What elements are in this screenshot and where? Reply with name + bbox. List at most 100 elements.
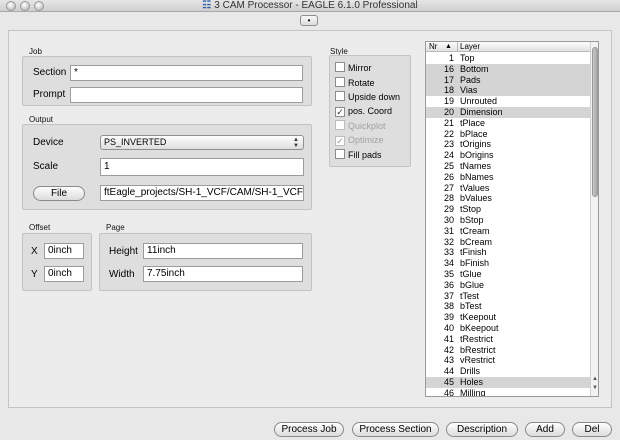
layer-row[interactable]: 21 tPlace — [426, 118, 590, 129]
layer-list[interactable]: Nr ▲ Layer 1 Top 16 Bottom 17 Pads 18 Vias 19 Unr… — [425, 41, 599, 397]
layer-row[interactable]: 40 bKeepout — [426, 323, 590, 334]
checkbox[interactable] — [335, 149, 345, 159]
layer-row[interactable]: 46 Milling — [426, 387, 590, 397]
offset-y-input[interactable]: 0inch — [44, 266, 84, 282]
layer-row[interactable]: 39 tKeepout — [426, 312, 590, 323]
layer-name: tStop — [460, 204, 482, 215]
layer-name: bTest — [460, 301, 482, 312]
layer-name: tValues — [460, 182, 490, 193]
style-option-upside-down[interactable]: Upside down — [335, 91, 400, 103]
layer-column-header[interactable]: Layer — [460, 42, 480, 51]
prompt-input[interactable] — [70, 87, 303, 103]
layer-number: 1 — [448, 53, 454, 63]
layer-row[interactable]: 43 vRestrict — [426, 355, 590, 366]
layer-row[interactable]: 44 Drills — [426, 366, 590, 377]
layer-row[interactable]: 22 bPlace — [426, 129, 590, 140]
layer-row[interactable]: 16 Bottom — [426, 63, 590, 75]
section-input[interactable]: * — [70, 65, 303, 81]
window-title: ☷ 3 CAM Processor - EAGLE 6.1.0 Professio… — [202, 0, 418, 11]
layer-list-scrollbar[interactable]: ▲ ▼ — [590, 42, 598, 396]
style-option-rotate[interactable]: Rotate — [335, 76, 375, 89]
layer-name: Unrouted — [460, 96, 498, 107]
checkbox-label: Optimize — [348, 134, 384, 145]
layer-name: bNames — [460, 171, 494, 182]
layer-name: tOrigins — [460, 139, 492, 150]
device-select[interactable]: PS_INVERTED ▲ ▼ — [100, 135, 304, 150]
style-option-fill-pads[interactable]: Fill pads — [335, 149, 382, 161]
checkbox[interactable]: ✓ — [335, 106, 345, 117]
layer-row[interactable]: 35 tGlue — [426, 269, 590, 280]
file-path-input[interactable]: ftEagle_projects/SH-1_VCF/CAM/SH-1_VCF_1 — [100, 185, 304, 201]
layer-number: 25 — [443, 160, 454, 171]
style-group: Mirror Rotate Upside down ✓ pos. Coord Quickp… — [329, 55, 411, 167]
layer-number: 17 — [443, 74, 454, 85]
layer-row[interactable]: 34 bFinish — [426, 258, 590, 269]
layer-row[interactable]: 32 bCream — [426, 237, 590, 248]
style-option-pos-coord[interactable]: ✓ pos. Coord — [335, 106, 392, 117]
offset-group-label: Offset — [29, 223, 51, 232]
layer-row[interactable]: 45 Holes — [426, 376, 590, 388]
output-group: Device PS_INVERTED ▲ ▼ Scale 1 File ftEag… — [22, 124, 312, 210]
job-group-label: Job — [29, 47, 42, 56]
del-button[interactable]: Del — [572, 422, 612, 437]
layer-name: bOrigins — [460, 150, 494, 161]
layer-row[interactable]: 28 bValues — [426, 193, 590, 204]
process-section-button[interactable]: Process Section — [352, 422, 439, 437]
file-button[interactable]: File — [33, 186, 85, 201]
layer-name: bRestrict — [460, 344, 496, 355]
layer-row[interactable]: 1 Top — [426, 53, 590, 64]
column-divider — [457, 42, 458, 52]
layer-number: 27 — [443, 182, 454, 193]
scale-input[interactable]: 1 — [100, 158, 304, 176]
layer-row[interactable]: 41 tRestrict — [426, 334, 590, 345]
layer-name: tGlue — [460, 268, 482, 279]
style-option-mirror[interactable]: Mirror — [335, 62, 372, 74]
layer-row[interactable]: 20 Dimension — [426, 106, 590, 118]
layer-row[interactable]: 19 Unrouted — [426, 96, 590, 107]
toolbar-toggle-button[interactable]: • — [300, 15, 318, 26]
layer-row[interactable]: 37 tTest — [426, 291, 590, 302]
layer-row[interactable]: 27 tValues — [426, 183, 590, 194]
offset-y-label: Y — [31, 269, 38, 280]
prompt-label: Prompt — [33, 89, 66, 100]
layer-name: Milling — [460, 387, 486, 397]
layer-list-header: Nr ▲ Layer — [426, 42, 590, 52]
layer-row[interactable]: 30 bStop — [426, 215, 590, 226]
offset-x-input[interactable]: 0inch — [44, 243, 84, 259]
checkbox[interactable] — [335, 91, 345, 101]
page-group: Height 11inch Width 7.75inch — [99, 233, 312, 291]
layer-row[interactable]: 38 bTest — [426, 301, 590, 312]
description-button[interactable]: Description — [446, 422, 518, 437]
layer-row[interactable]: 18 Vias — [426, 85, 590, 97]
layer-row[interactable]: 42 bRestrict — [426, 345, 590, 356]
layer-name: bValues — [460, 193, 492, 204]
eagle-app-icon: ☷ — [202, 0, 212, 11]
layer-row[interactable]: 23 tOrigins — [426, 139, 590, 150]
layer-row[interactable]: 29 tStop — [426, 204, 590, 215]
layer-name: Vias — [460, 85, 478, 96]
scrollbar-thumb[interactable] — [592, 47, 598, 197]
checkbox[interactable] — [335, 76, 345, 87]
layer-row[interactable]: 25 tNames — [426, 161, 590, 172]
layer-number: 20 — [443, 106, 454, 117]
add-button[interactable]: Add — [525, 422, 565, 437]
page-width-input[interactable]: 7.75inch — [143, 266, 303, 282]
offset-group: X 0inch Y 0inch — [22, 233, 92, 291]
nr-column-header[interactable]: Nr — [429, 42, 437, 51]
layer-name: tFinish — [460, 247, 487, 258]
layer-row[interactable]: 31 tCream — [426, 226, 590, 237]
layer-row[interactable]: 26 bNames — [426, 172, 590, 183]
scroll-down-icon[interactable]: ▼ — [592, 385, 598, 391]
sort-ascending-icon: ▲ — [445, 43, 452, 50]
page-height-input[interactable]: 11inch — [143, 243, 303, 259]
scroll-up-icon[interactable]: ▲ — [592, 376, 598, 382]
layer-row[interactable]: 24 bOrigins — [426, 150, 590, 161]
layer-row[interactable]: 17 Pads — [426, 74, 590, 86]
layer-row[interactable]: 33 tFinish — [426, 247, 590, 258]
process-job-button[interactable]: Process Job — [274, 422, 344, 437]
layer-name: bKeepout — [460, 322, 499, 333]
checkbox[interactable] — [335, 62, 345, 72]
layer-number: 38 — [443, 301, 454, 312]
cam-processor-window: Job Section * Prompt Output Device PS_IN… — [8, 30, 612, 408]
layer-row[interactable]: 36 bGlue — [426, 280, 590, 291]
